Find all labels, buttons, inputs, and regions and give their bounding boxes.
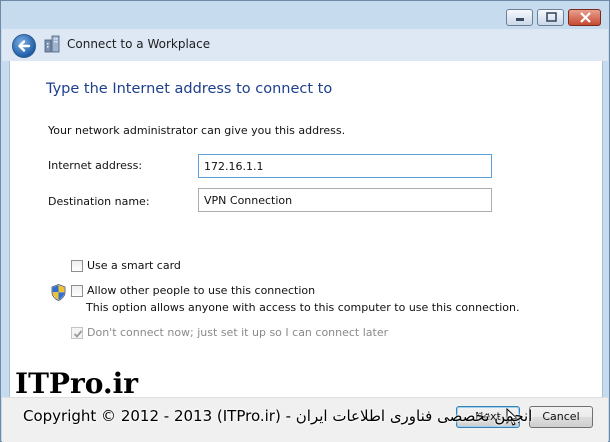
instructions-text: Your network administrator can give you … bbox=[48, 124, 346, 137]
internet-address-input[interactable] bbox=[198, 154, 492, 178]
window-frame: Connect to a Workplace Type the Internet… bbox=[0, 0, 610, 442]
watermark-logo: ITPro.ir bbox=[15, 367, 139, 400]
close-icon bbox=[580, 12, 591, 23]
minimize-button[interactable] bbox=[506, 9, 533, 26]
destination-name-input[interactable] bbox=[198, 188, 492, 212]
workplace-network-icon bbox=[44, 35, 60, 53]
allow-others-description: This option allows anyone with access to… bbox=[86, 301, 520, 314]
dont-connect-now-checkbox[interactable] bbox=[71, 327, 83, 339]
wizard-title: Connect to a Workplace bbox=[67, 37, 211, 51]
back-arrow-icon bbox=[18, 40, 31, 52]
smart-card-checkbox[interactable] bbox=[71, 260, 83, 272]
checkmark-icon bbox=[73, 330, 83, 338]
destination-name-label: Destination name: bbox=[48, 195, 150, 208]
allow-others-label[interactable]: Allow other people to use this connectio… bbox=[87, 284, 315, 297]
maximize-button[interactable] bbox=[537, 9, 564, 26]
close-button[interactable] bbox=[568, 9, 601, 26]
dont-connect-now-label[interactable]: Don't connect now; just set it up so I c… bbox=[87, 326, 388, 339]
internet-address-label: Internet address: bbox=[48, 159, 143, 172]
allow-others-checkbox[interactable] bbox=[71, 285, 83, 297]
smart-card-label[interactable]: Use a smart card bbox=[87, 259, 181, 272]
page-heading: Type the Internet address to connect to bbox=[46, 81, 333, 97]
uac-shield-icon bbox=[51, 284, 66, 301]
cancel-button[interactable]: Cancel bbox=[529, 406, 593, 428]
maximize-icon bbox=[546, 12, 557, 22]
wizard-content bbox=[9, 61, 603, 397]
minimize-icon bbox=[516, 18, 524, 21]
watermark-copyright: Copyright © 2012 - 2013 (ITPro.ir) - انج… bbox=[23, 407, 533, 425]
back-button[interactable] bbox=[12, 34, 36, 58]
